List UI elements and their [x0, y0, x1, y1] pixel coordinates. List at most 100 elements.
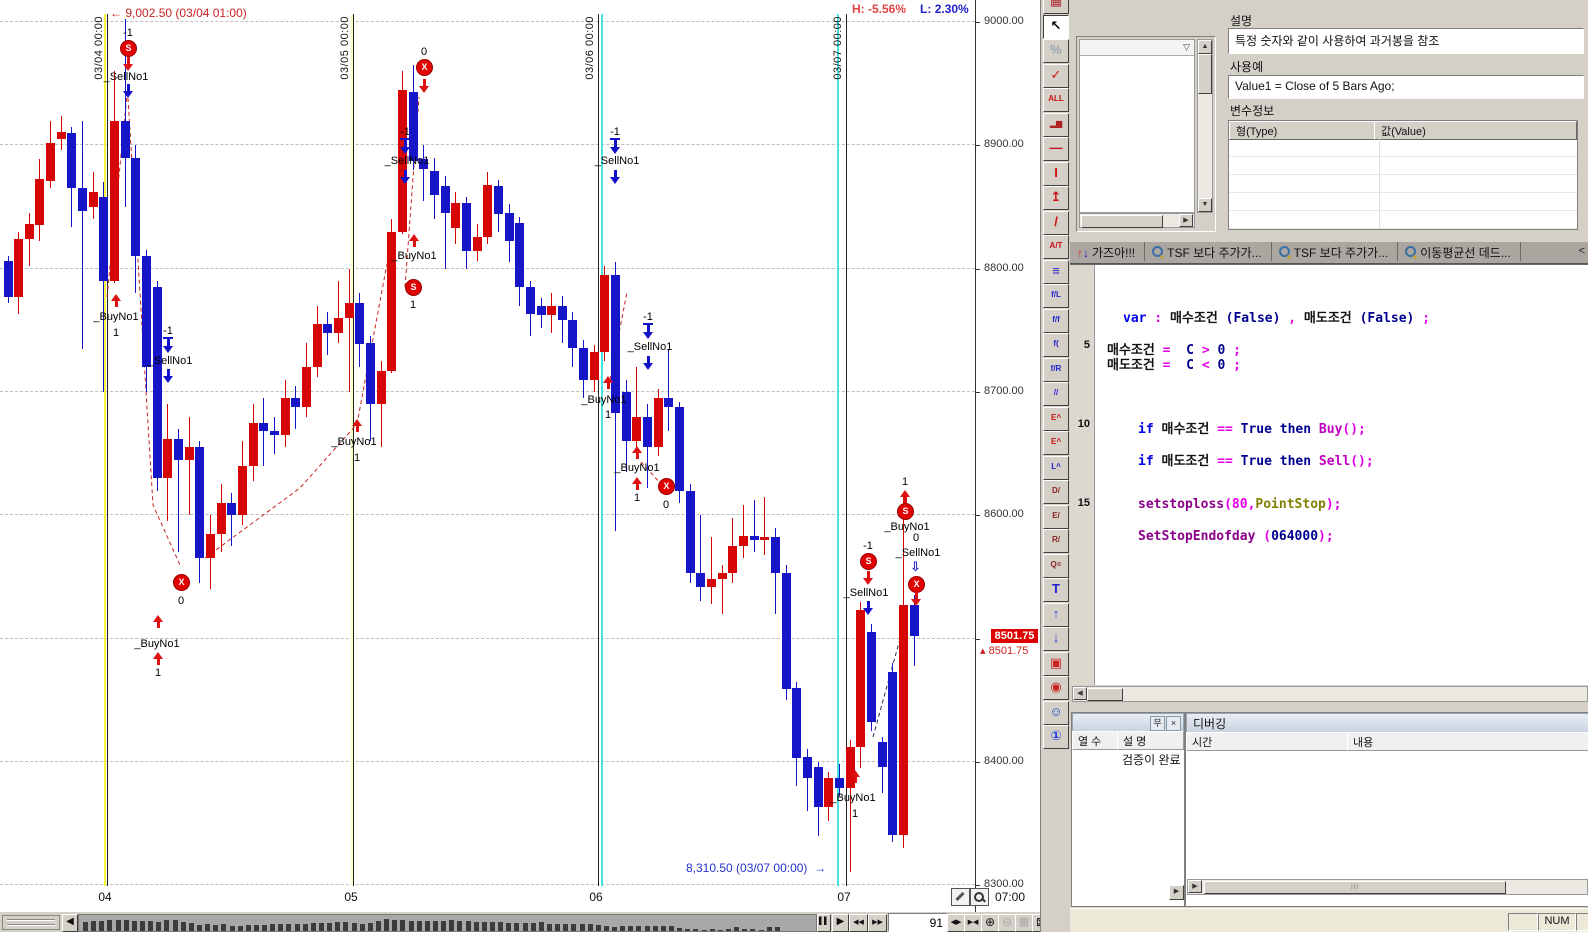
circle-marker-tool[interactable]: ◉ — [1043, 676, 1069, 700]
code-row-3: var : 매수조건 (False) , 매도조건 (False) ; — [1070, 307, 1588, 323]
level-lines-tool[interactable]: ≡ — [1043, 260, 1069, 284]
elliott-impulse-tool[interactable]: E^ — [1043, 431, 1069, 455]
code-row-7 — [1070, 370, 1588, 386]
fib-retracement-tool[interactable]: f/R — [1043, 358, 1069, 382]
overview-bar — [669, 926, 674, 931]
hline-tool[interactable]: — — [1043, 137, 1069, 161]
cursor-tool[interactable]: ↖ — [1043, 15, 1069, 39]
nav-fast-right-button[interactable]: ▶▶ — [868, 914, 887, 932]
signal-value-label: 0 — [146, 595, 216, 607]
function-list-hscrollbar[interactable]: ▶ — [1079, 213, 1195, 228]
zoom-in-button[interactable]: ⊕ — [981, 914, 999, 932]
candle-down — [441, 186, 450, 213]
code-row-9 — [1070, 402, 1588, 418]
column-header-colcount[interactable]: 열 수 — [1072, 731, 1123, 750]
function-list[interactable]: ▽ — [1079, 39, 1195, 213]
tab-3[interactable]: TSF 보다 주가가... — [1272, 242, 1399, 261]
overview-bar — [474, 922, 479, 931]
r-channel-tool[interactable]: R/ — [1043, 529, 1069, 553]
chart-style-tool[interactable]: ▂▆ — [1043, 113, 1069, 137]
buy-arrow-icon — [900, 490, 910, 504]
e-channel-tool[interactable]: E/ — [1043, 505, 1069, 529]
column-header-desc[interactable]: 설 명 — [1117, 731, 1184, 750]
sort-icon: ▽ — [1183, 42, 1190, 52]
quote-box-tool[interactable]: Q= — [1043, 554, 1069, 578]
nav-step-right-button[interactable]: ▶ — [832, 914, 849, 932]
verify-result-row[interactable]: 검증이 완료 — [1122, 751, 1181, 768]
candle-down — [750, 536, 759, 540]
point-marker-tool[interactable]: ↥ — [1043, 186, 1069, 210]
scrollbar-thumb[interactable]: ||| — [1204, 881, 1506, 894]
sell-arrow-icon — [610, 170, 620, 184]
grid-view-button[interactable]: ▦ — [1015, 914, 1033, 932]
splitter-grip[interactable] — [2, 915, 60, 930]
scroll-left-button[interactable]: ◀ — [1073, 687, 1087, 700]
number-marker-tool[interactable]: ① — [1043, 725, 1069, 749]
tab-1[interactable]: ↑↓가즈아!!! — [1070, 242, 1145, 261]
chart-overview-strip[interactable] — [78, 914, 817, 932]
bar-count-input[interactable] — [888, 913, 948, 932]
elliott-wave-tool[interactable]: E^ — [1043, 407, 1069, 431]
tab-4[interactable]: 이동평균선 데드... — [1398, 242, 1521, 261]
nav-fast-left-button[interactable]: ◀◀ — [849, 914, 868, 932]
candle-up — [899, 605, 908, 834]
pin-icon[interactable]: 무 — [1150, 716, 1165, 731]
trendline-tool[interactable]: / — [1043, 211, 1069, 235]
overview-bar — [164, 920, 169, 932]
nav-handle[interactable]: ▌▌ — [817, 914, 831, 932]
price-axis[interactable]: 9000.008900.008800.008700.008600.008400.… — [975, 0, 1041, 912]
d-channel-tool[interactable]: D/ — [1043, 480, 1069, 504]
fib-fan-tool[interactable]: f/f — [1043, 309, 1069, 333]
close-icon[interactable]: × — [1166, 716, 1181, 731]
code-hscrollbar[interactable]: ◀ — [1072, 686, 1588, 702]
square-marker-tool[interactable]: ▣ — [1043, 652, 1069, 676]
draw-mode-button[interactable] — [951, 888, 970, 906]
scroll-right-button[interactable]: ▶ — [1188, 880, 1202, 893]
candle-up — [217, 503, 226, 534]
vline-tool[interactable]: I — [1043, 162, 1069, 186]
parallel-lines-tool[interactable]: // — [1043, 382, 1069, 406]
buy-signal-label: _BuyNo1 — [122, 638, 192, 650]
arrow-down-marker-tool[interactable]: ↓ — [1043, 627, 1069, 651]
collapse-bars-button[interactable]: ▶◀ — [964, 914, 982, 932]
price-axis-label: 8800.00 — [984, 262, 1024, 274]
code-editor[interactable]: var : 매수조건 (False) , 매도조건 (False) ;5매수조건… — [1070, 264, 1588, 685]
text-arrow-tool[interactable]: A/T — [1043, 235, 1069, 259]
function-list-vscrollbar[interactable]: ▲ ▼ — [1197, 39, 1213, 213]
column-header-time[interactable]: 시간 — [1186, 732, 1353, 751]
erase-all-tool[interactable]: ALL — [1043, 88, 1069, 112]
chart-grid-icon[interactable]: ▦ — [1043, 0, 1069, 14]
tab-scroll-left[interactable]: < — [1579, 245, 1585, 257]
zoom-mode-button[interactable] — [970, 888, 989, 906]
tab-2[interactable]: TSF 보다 주가가... — [1145, 242, 1272, 261]
fib-arc-tool[interactable]: f( — [1043, 333, 1069, 357]
scroll-up-button[interactable]: ▲ — [1198, 40, 1212, 54]
debug-hscrollbar[interactable]: ◀ ||| ▶ — [1187, 879, 1588, 895]
scrollbar-thumb[interactable] — [1198, 54, 1212, 94]
arrow-up-marker-tool[interactable]: ↑ — [1043, 603, 1069, 627]
candle-down — [131, 158, 140, 257]
sell-arrow-icon — [610, 140, 620, 154]
scroll-down-button[interactable]: ▼ — [1198, 198, 1212, 212]
erase-tool[interactable]: ✓ — [1043, 64, 1069, 88]
candlestick-chart[interactable]: 03/04 00:0003/05 00:0003/06 00:0003/07 0… — [0, 0, 975, 905]
scroll-right-button[interactable]: ▶ — [1169, 885, 1184, 900]
overview-bar — [148, 921, 153, 931]
smiley-marker-tool[interactable]: ☺ — [1043, 701, 1069, 725]
scroll-right-button[interactable]: ▶ — [1179, 214, 1193, 227]
column-header-content[interactable]: 내용 — [1347, 732, 1588, 751]
expand-bars-button[interactable]: ◀▶ — [947, 914, 965, 932]
fib-levels-tool[interactable]: f/L — [1043, 284, 1069, 308]
column-header-value[interactable]: 값(Value) — [1374, 121, 1577, 140]
column-header-type[interactable]: 형(Type) — [1229, 121, 1381, 140]
text-tool[interactable]: T — [1043, 578, 1069, 602]
d-channel-tool-glyph: D/ — [1044, 481, 1068, 501]
function-list-header[interactable]: ▽ — [1080, 40, 1194, 56]
axis-tick — [976, 22, 980, 23]
chart-style-tool-glyph: ▂▆ — [1044, 114, 1068, 134]
zoom-out-button[interactable]: ⊖ — [998, 914, 1016, 932]
candle-up — [707, 579, 716, 586]
snap-tool[interactable]: % — [1043, 39, 1069, 63]
low-high-tool[interactable]: L^ — [1043, 456, 1069, 480]
nav-scroll-left-button[interactable]: ◀ — [62, 914, 78, 932]
